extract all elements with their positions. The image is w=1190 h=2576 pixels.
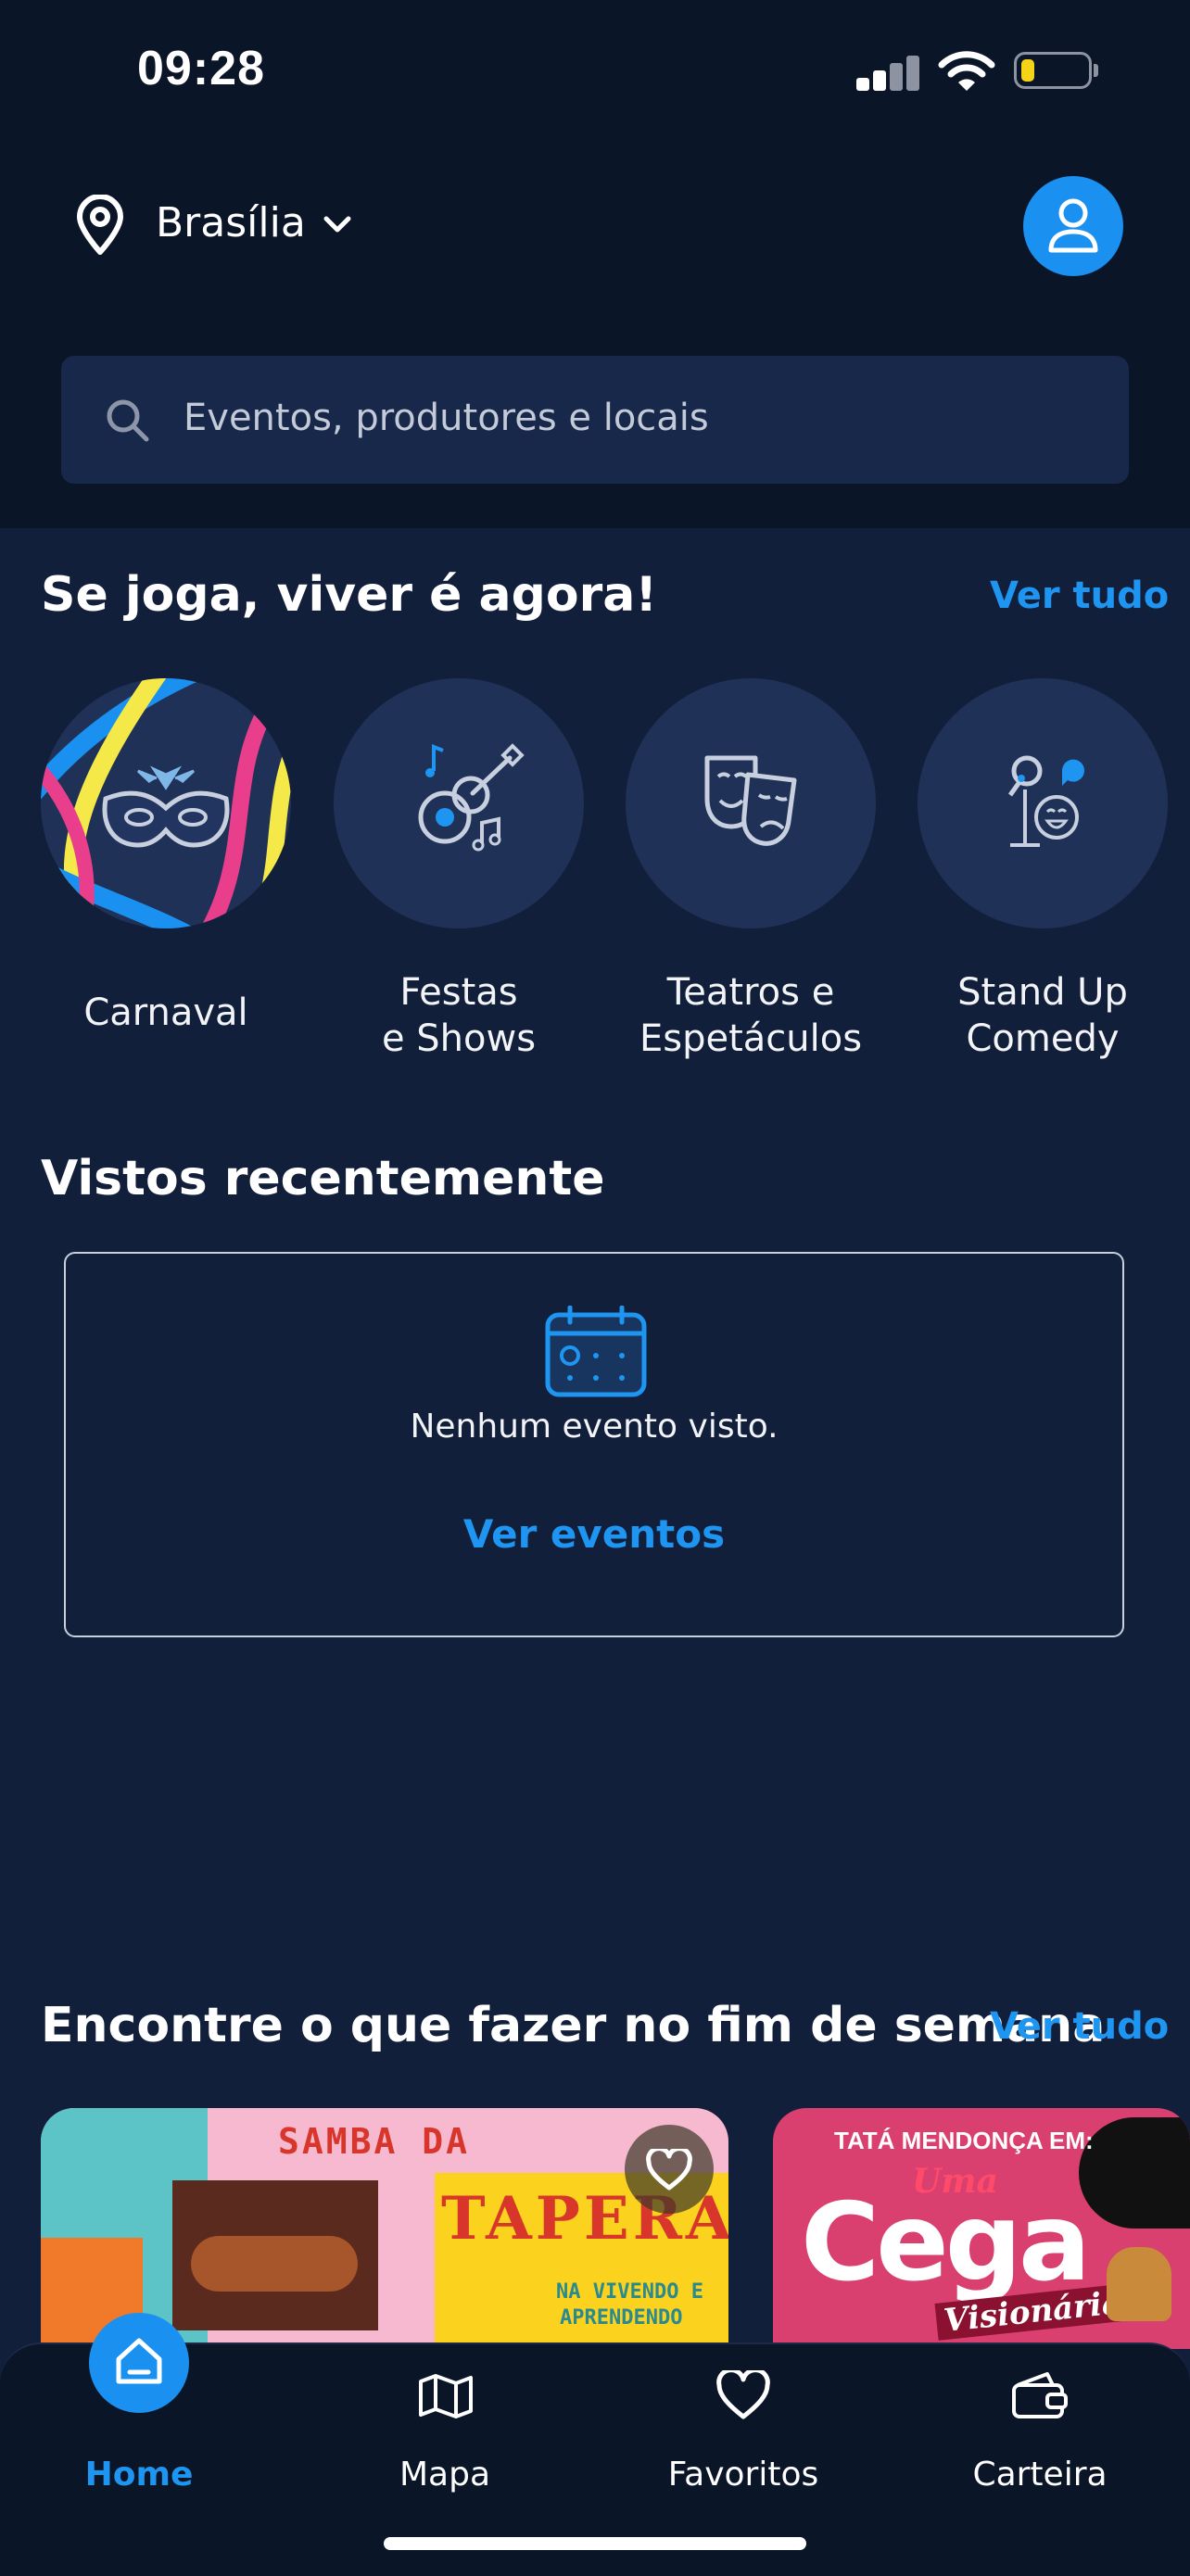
tab-carteira[interactable]: Carteira [919,2344,1160,2530]
battery-cap [1094,64,1098,77]
home-indicator [384,2537,806,2550]
category-carnaval[interactable] [41,678,291,928]
tab-home[interactable]: Home [28,2313,269,2526]
heart-icon [716,2370,770,2419]
category-label-stand-up: Stand Up Comedy [957,971,1128,1060]
status-time: 09:28 [137,42,265,95]
heart-icon [646,2149,692,2191]
categories-see-all-link[interactable]: Ver tudo [990,575,1169,617]
card-art-dog [1107,2247,1171,2321]
see-events-link[interactable]: Ver eventos [66,1511,1122,1557]
wallet-icon [1012,2372,1068,2418]
wifi-icon [938,51,995,91]
location-pin-icon[interactable] [74,195,126,256]
tab-label-mapa: Mapa [399,2456,491,2494]
tab-favoritos[interactable]: Favoritos [623,2344,864,2530]
category-label-carnaval: Carnaval [83,991,248,1034]
profile-button[interactable] [1023,176,1123,276]
theater-masks-icon [704,755,797,846]
favorite-button[interactable] [625,2125,714,2214]
carnival-mask-icon [41,678,291,928]
card-art-figure [1079,2117,1190,2229]
tab-mapa[interactable]: Mapa [324,2344,565,2530]
search-icon [107,399,149,442]
category-teatros[interactable] [626,678,876,928]
search-placeholder: Eventos, produtores e locais [184,397,709,439]
card-subtitle-line1: NA VIVENDO E [556,2280,703,2304]
battery-icon [1014,52,1092,89]
microphone-laugh-icon [1007,755,1084,847]
cellular-signal-icon [856,54,919,91]
card-pretitle: TATÁ MENDONÇA EM: [834,2127,1094,2154]
weekend-title: Encontre o que fazer no fim de semana [41,1998,1106,2053]
search-input[interactable]: Eventos, produtores e locais [61,356,1129,484]
weekend-see-all-link[interactable]: Ver tudo [990,2005,1169,2048]
category-stand-up[interactable] [918,678,1168,928]
recent-empty-state: Nenhum evento visto. Ver eventos [64,1252,1124,1637]
card-subtitle-line2: APRENDENDO [560,2306,683,2330]
category-label-teatros: Teatros e Espetáculos [639,971,863,1060]
home-icon [116,2338,162,2384]
user-icon [1048,198,1098,253]
card-photo [172,2180,378,2330]
tab-label-carteira: Carteira [972,2456,1108,2494]
location-selector[interactable]: Brasília [156,199,306,246]
recent-title: Vistos recentemente [41,1151,605,1206]
guitar-music-icon [418,743,525,852]
calendar-icon [545,1306,647,1397]
category-festas-shows[interactable] [334,678,584,928]
category-label-festas-shows: Festas e Shows [381,971,537,1060]
map-icon [419,2374,473,2418]
categories-title: Se joga, viver é agora! [41,567,658,623]
home-icon-badge [89,2313,189,2413]
tab-label-favoritos: Favoritos [667,2456,819,2494]
card-title-line1: SAMBA DA [278,2121,471,2162]
card-title-big: Cega [801,2180,1091,2305]
tab-label-home: Home [84,2456,194,2494]
event-card-uma-cega-visionaria[interactable]: TATÁ MENDONÇA EM: Uma Cega Visionária [773,2108,1190,2349]
empty-message: Nenhum evento visto. [410,1408,779,1446]
chevron-down-icon[interactable] [323,213,352,235]
